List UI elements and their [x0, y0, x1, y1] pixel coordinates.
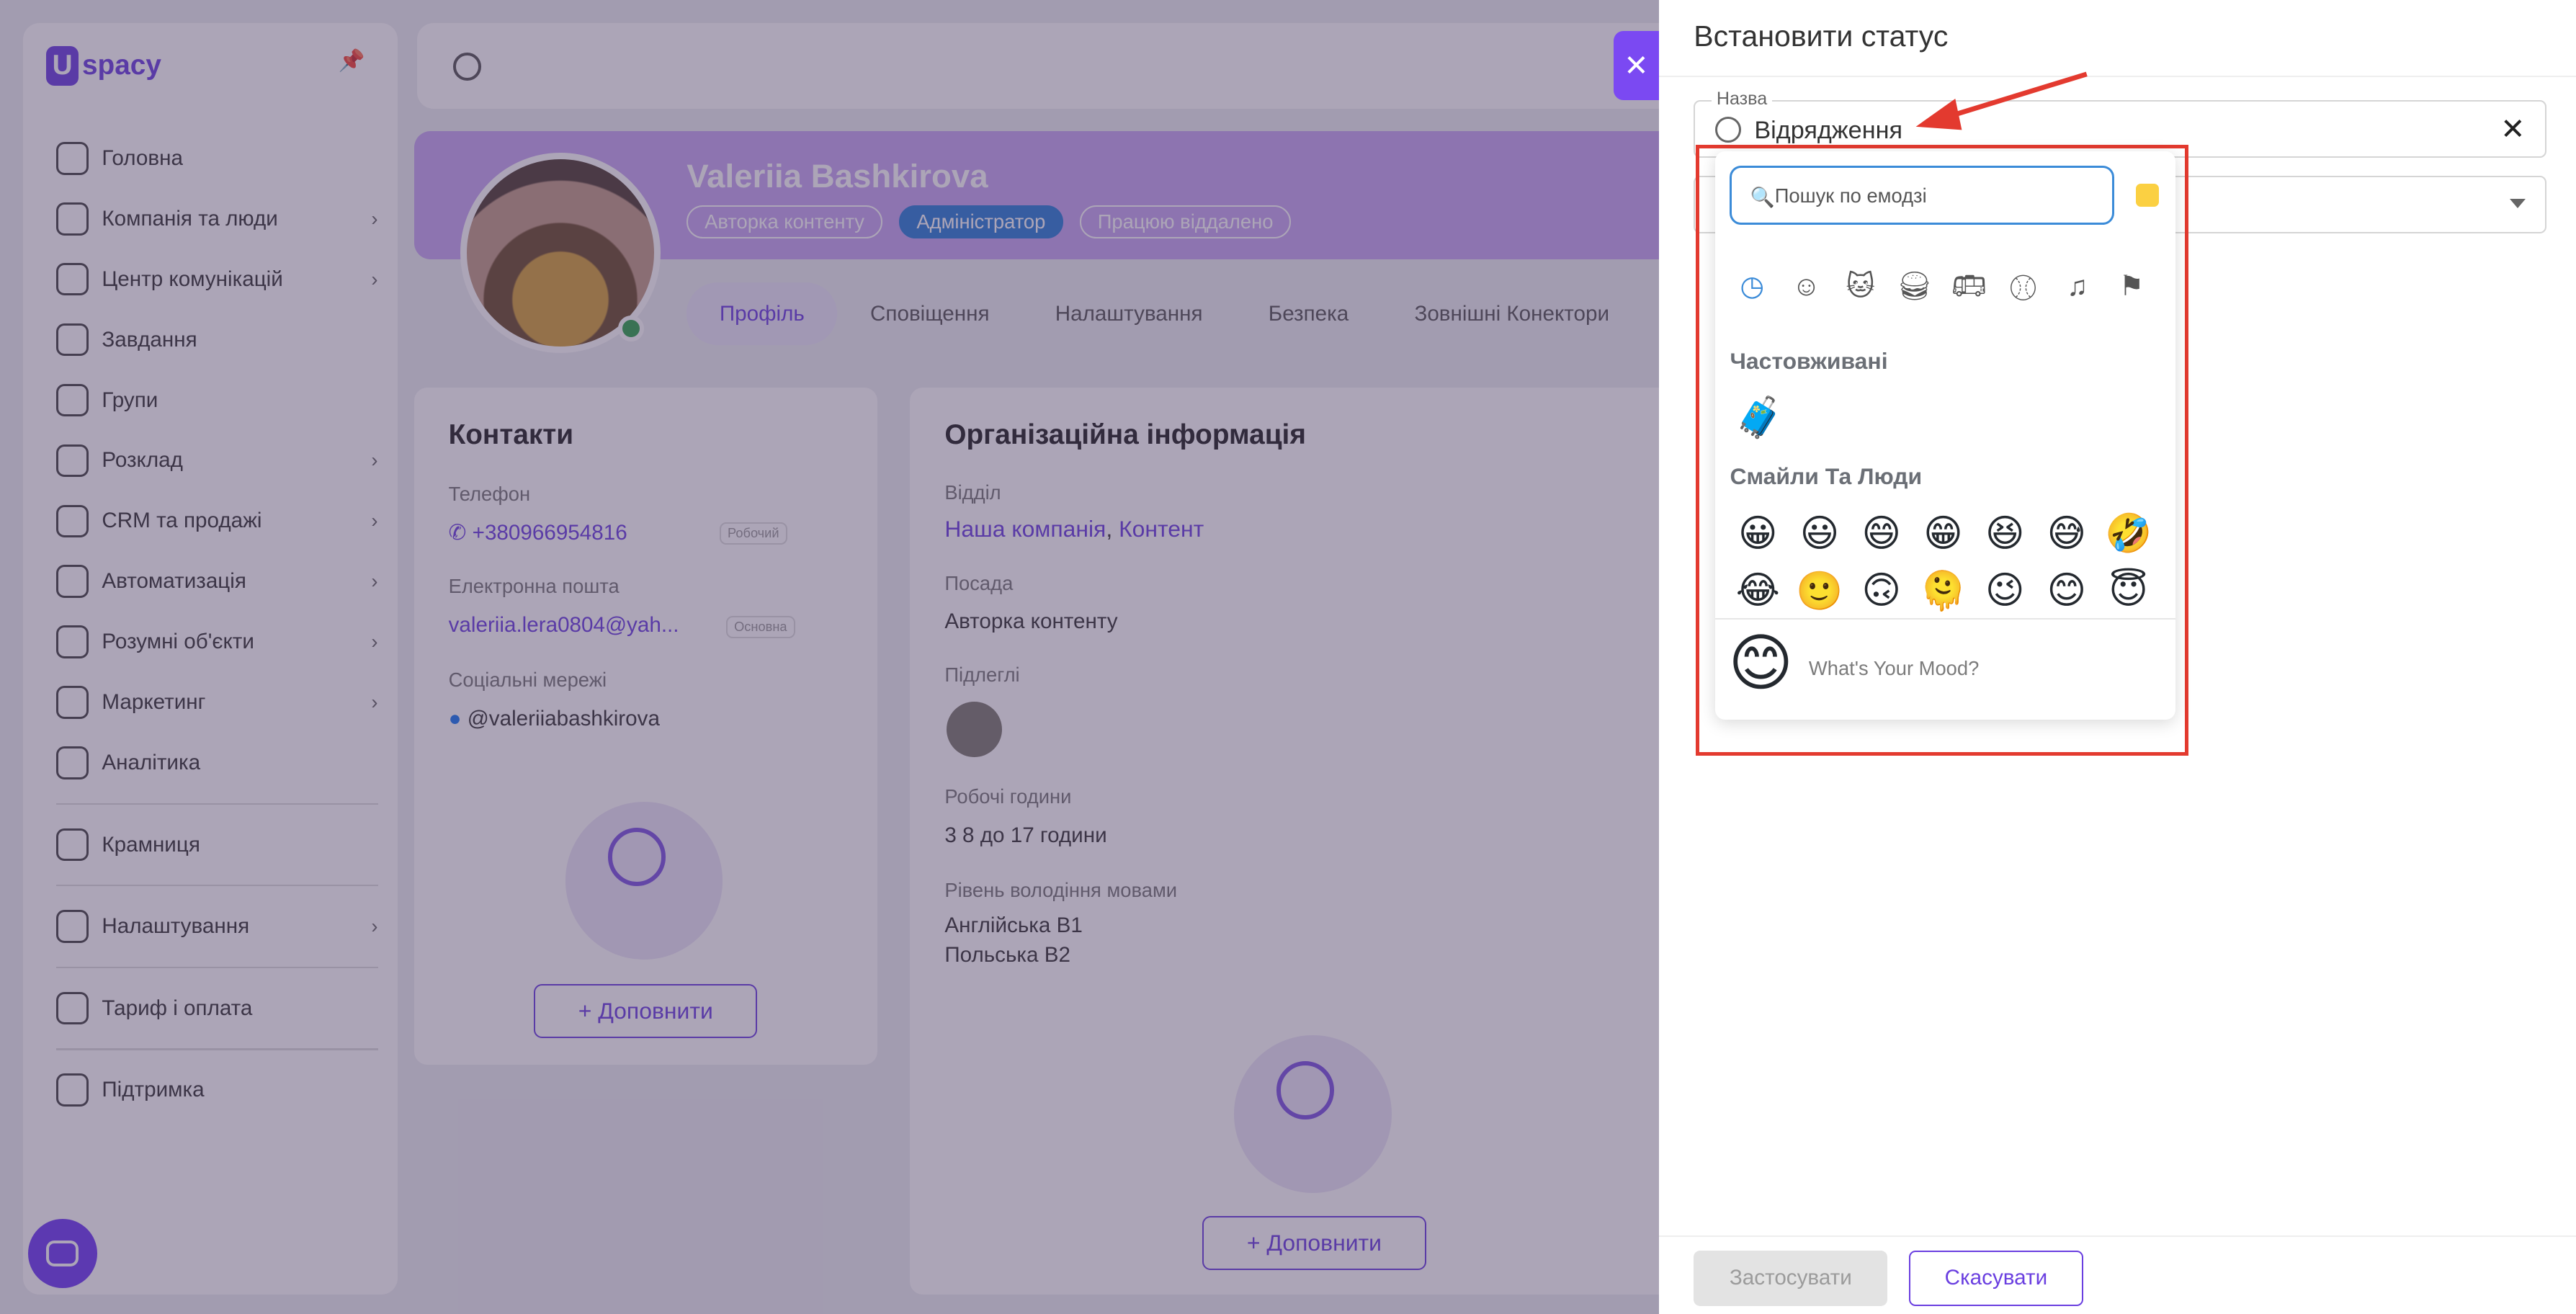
- mood-text: What's Your Mood?: [1808, 657, 1980, 680]
- smiley-icon[interactable]: ☺: [1789, 269, 1824, 304]
- emoji-option[interactable]: 😂: [1735, 567, 1781, 614]
- emoji-option[interactable]: 😆: [1982, 509, 2028, 557]
- emoji-option[interactable]: 😅: [2044, 509, 2090, 557]
- search-icon: 🔍: [1750, 186, 1775, 209]
- emoji-category-bar: ◷ ☺ 🐱︎ 🍔︎ 🚌︎ ⚾︎ ♫ ⚑: [1735, 269, 2149, 305]
- close-panel-button[interactable]: ✕: [1613, 31, 1660, 101]
- emoji-search-box: 🔍: [1730, 166, 2115, 225]
- close-icon: ✕: [1624, 49, 1649, 83]
- status-panel-title: Встановити статус: [1694, 19, 1949, 53]
- emoji-option[interactable]: 😄: [1859, 509, 1905, 557]
- emoji-picker: 🔍 ◷ ☺ 🐱︎ 🍔︎ 🚌︎ ⚾︎ ♫ ⚑ Частовживані 🧳 Сма…: [1714, 151, 2175, 720]
- emoji-option[interactable]: 😁: [1920, 509, 1967, 557]
- apply-button[interactable]: Застосувати: [1694, 1250, 1888, 1307]
- chevron-down-icon: [2509, 198, 2526, 208]
- footer-divider: [1659, 1235, 2576, 1238]
- bus-icon[interactable]: 🚌︎: [1951, 269, 1987, 304]
- status-name-value: Відрядження: [1754, 116, 1902, 144]
- recent-icon[interactable]: ◷: [1735, 269, 1769, 304]
- music-icon[interactable]: ♫: [2060, 269, 2095, 304]
- ball-icon[interactable]: ⚾︎: [2006, 269, 2041, 305]
- status-name-label: Назва: [1712, 88, 1772, 110]
- emoji-option[interactable]: 😀: [1735, 509, 1781, 557]
- skin-tone-selector[interactable]: [2135, 184, 2159, 207]
- mood-emoji-preview: 😊: [1728, 629, 1794, 699]
- flag-icon[interactable]: ⚑: [2114, 269, 2149, 304]
- cancel-button[interactable]: Скасувати: [1909, 1250, 2083, 1307]
- emoji-option[interactable]: 😇: [2106, 567, 2152, 614]
- emoji-grid: 😀 😃 😄 😁 😆 😅 🤣 😂 🙂 🙃 🫠 😉 😊 😇: [1735, 509, 2152, 614]
- emoji-option[interactable]: 🫠: [1920, 567, 1967, 614]
- clear-icon[interactable]: ✕: [2500, 112, 2525, 146]
- emoji-option[interactable]: 🤣: [2105, 509, 2152, 557]
- emoji-option[interactable]: 😊: [2044, 567, 2090, 614]
- cat-icon[interactable]: 🐱︎: [1843, 269, 1878, 304]
- panel-divider: [1659, 75, 2576, 78]
- emoji-option[interactable]: 🙃: [1859, 567, 1905, 614]
- emoji-search-input[interactable]: [1774, 181, 2103, 211]
- annotation-arrow: [1915, 71, 2088, 130]
- modal-overlay[interactable]: [0, 0, 1660, 1314]
- app-root: U spacy 📌 Головна Компанія та люди › Центр …: [0, 0, 2576, 1314]
- emoji-option[interactable]: 🙂: [1796, 567, 1843, 614]
- food-icon[interactable]: 🍔︎: [1897, 269, 1932, 304]
- emoji-option[interactable]: 😉: [1982, 567, 2028, 614]
- emoji-option[interactable]: 😃: [1797, 509, 1843, 557]
- people-title: Смайли Та Люди: [1730, 463, 1923, 490]
- frequent-title: Частовживані: [1730, 348, 1888, 375]
- mood-divider: [1714, 617, 2175, 620]
- emoji-luggage[interactable]: 🧳: [1735, 394, 1784, 441]
- emoji-add-icon[interactable]: [1714, 116, 1742, 143]
